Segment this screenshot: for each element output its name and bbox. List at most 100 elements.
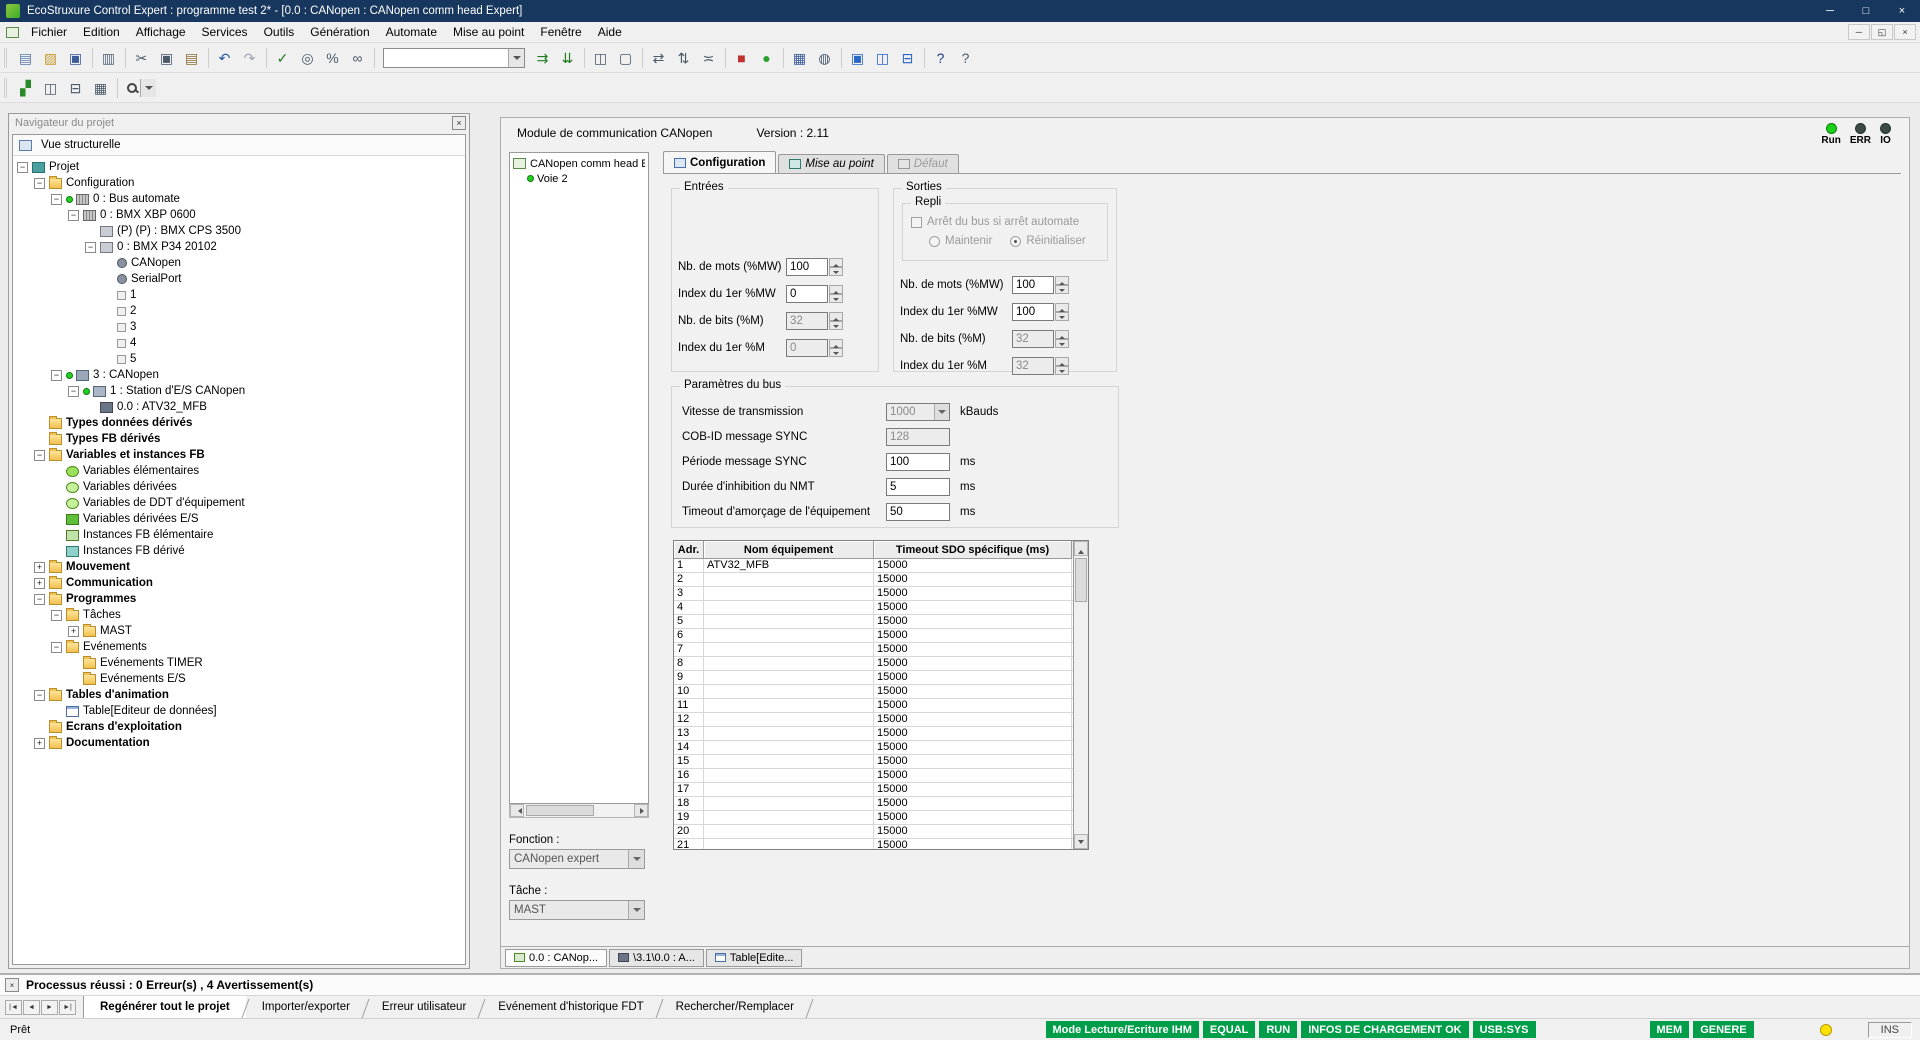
tree-item[interactable]: − Evénements [13,639,465,655]
tree-expander-icon[interactable]: − [68,386,79,397]
cell-address[interactable]: 18 [674,797,704,810]
project-analyze-icon[interactable]: ◎ [295,46,320,70]
cell-device-name[interactable] [704,727,874,740]
cell-timeout[interactable]: 15000 [874,755,1072,768]
tree-expander-icon[interactable]: − [34,450,45,461]
cell-device-name[interactable] [704,811,874,824]
compare-icon[interactable]: ≍ [696,46,721,70]
cell-timeout[interactable]: 15000 [874,587,1072,600]
tree-item[interactable]: Evénements TIMER [13,655,465,671]
field-value[interactable]: 100 [1012,303,1054,321]
spin-input[interactable]: 0 [786,285,843,303]
tree-item[interactable]: Types données dérivés [13,415,465,431]
table-row[interactable]: 21 15000 [674,839,1073,849]
cell-device-name[interactable] [704,587,874,600]
field-value[interactable]: 0 [786,339,828,357]
tree-item[interactable]: − 0 : BMX P34 20102 [13,239,465,255]
output-nav-button[interactable]: ► [41,1000,58,1015]
transfer-icon[interactable]: ⇅ [671,46,696,70]
tree-item[interactable]: − 0 : BMX XBP 0600 [13,207,465,223]
paste-icon[interactable]: ▤ [179,46,204,70]
cell-timeout[interactable]: 15000 [874,573,1072,586]
cell-device-name[interactable] [704,643,874,656]
spin-down-icon[interactable] [1055,285,1069,294]
menu-item[interactable]: Fichier [23,23,75,41]
tree-item[interactable]: + Mouvement [13,559,465,575]
toolbar-grip[interactable] [4,48,9,68]
cell-address[interactable]: 13 [674,727,704,740]
tree-item[interactable]: − 3 : CANopen [13,367,465,383]
tree-item[interactable]: 4 [13,335,465,351]
dropdown-caret-icon[interactable] [508,49,524,67]
cell-timeout[interactable]: 15000 [874,797,1072,810]
cell-timeout[interactable]: 15000 [874,769,1072,782]
cell-timeout[interactable]: 15000 [874,783,1072,796]
cell-address[interactable]: 19 [674,811,704,824]
spin-input[interactable]: 32 [1012,330,1069,348]
dropdown-caret-icon[interactable] [140,79,156,97]
output-nav-button[interactable]: |◄ [5,1000,22,1015]
output-nav-button[interactable]: ◄ [23,1000,40,1015]
tree-item[interactable]: 2 [13,303,465,319]
output-tab[interactable]: Importer/exporter [246,996,366,1018]
cell-address[interactable]: 1 [674,559,704,572]
cell-timeout[interactable]: 15000 [874,657,1072,670]
mdi-close-button[interactable]: × [1894,24,1916,40]
spin-down-icon[interactable] [829,348,843,357]
document-tab[interactable]: Table[Edite... [706,949,803,967]
tree-expander-icon[interactable]: − [17,162,28,173]
output-nav-button[interactable]: ►| [59,1000,76,1015]
table-row[interactable]: 7 15000 [674,643,1073,657]
table-row[interactable]: 11 15000 [674,699,1073,713]
table-row[interactable]: 19 15000 [674,811,1073,825]
spin-input[interactable]: 100 [1012,276,1069,294]
navigator-close-icon[interactable]: × [452,116,466,130]
cell-device-name[interactable] [704,699,874,712]
horizontal-split-icon[interactable]: ⊟ [63,76,88,100]
tree-item[interactable]: − 0 : Bus automate [13,191,465,207]
tree-item[interactable]: Variables élémentaires [13,463,465,479]
grid-icon[interactable]: ▦ [88,76,113,100]
cell-device-name[interactable] [704,629,874,642]
tree-expander-icon[interactable]: − [51,642,62,653]
spin-down-icon[interactable] [1055,339,1069,348]
table-row[interactable]: 13 15000 [674,727,1073,741]
mdi-restore-button[interactable]: ◱ [1871,24,1893,40]
output-close-icon[interactable]: × [5,978,19,992]
cell-device-name[interactable] [704,615,874,628]
redo-icon[interactable]: ↷ [237,46,262,70]
spin-up-icon[interactable] [1055,330,1069,339]
table-row[interactable]: 2 15000 [674,573,1073,587]
connect-icon[interactable]: ⇄ [646,46,671,70]
field-value[interactable]: 32 [1012,357,1054,375]
output-tab[interactable]: Evénement d'historique FDT [482,996,659,1018]
spin-up-icon[interactable] [829,258,843,267]
quick-search-combo[interactable] [383,48,525,68]
spin-up-icon[interactable] [829,285,843,294]
table-row[interactable]: 14 15000 [674,741,1073,755]
tree-item[interactable]: Table[Editeur de données] [13,703,465,719]
zoom-combo[interactable] [121,76,161,100]
cell-address[interactable]: 6 [674,629,704,642]
table-row[interactable]: 1 ATV32_MFB 15000 [674,559,1073,573]
table-row[interactable]: 5 15000 [674,615,1073,629]
horizontal-scrollbar[interactable] [509,804,649,818]
editor-tab[interactable]: Mise au point [778,154,884,173]
maximize-button[interactable]: □ [1848,0,1884,22]
cell-timeout[interactable]: 15000 [874,629,1072,642]
tree-expander-icon[interactable]: − [34,594,45,605]
table-column-header[interactable]: Nom équipement [704,541,874,559]
spin-up-icon[interactable] [1055,357,1069,366]
cell-device-name[interactable] [704,601,874,614]
cell-device-name[interactable] [704,825,874,838]
cell-device-name[interactable] [704,755,874,768]
window-cascade-icon[interactable]: ▣ [845,46,870,70]
param-input[interactable]: 1000 [886,403,950,421]
cell-address[interactable]: 9 [674,671,704,684]
param-input[interactable]: 100 [886,453,950,471]
cell-device-name[interactable] [704,783,874,796]
spin-input[interactable]: 100 [786,258,843,276]
tree-expander-icon[interactable]: − [51,370,62,381]
param-input[interactable]: 128 [886,428,950,446]
field-value[interactable]: 32 [786,312,828,330]
